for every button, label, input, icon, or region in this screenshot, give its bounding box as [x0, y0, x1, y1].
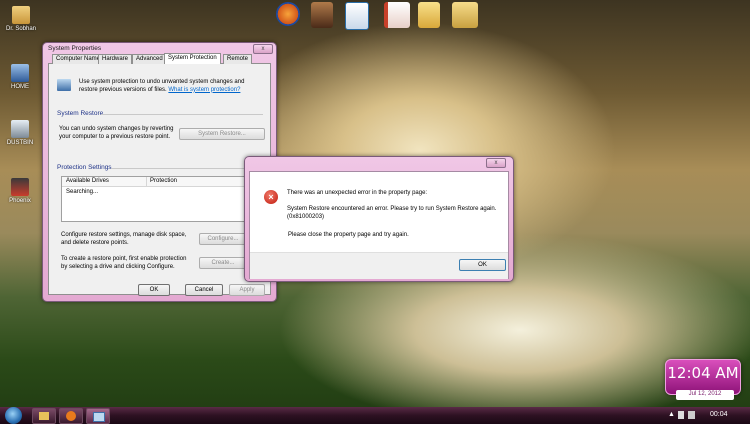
column-separator	[146, 177, 147, 186]
system-restore-button[interactable]: System Restore...	[179, 128, 265, 140]
error-icon: ×	[264, 190, 278, 204]
firefox-icon	[66, 411, 76, 421]
start-button[interactable]	[5, 407, 22, 424]
close-button[interactable]: x	[253, 44, 273, 54]
system-properties-window[interactable]: System Properties x Computer Name Hardwa…	[42, 42, 277, 302]
tab-remote[interactable]: Remote	[223, 54, 253, 64]
tab-panel: Computer Name Hardware Advanced System P…	[48, 53, 271, 295]
folder-icon[interactable]	[418, 2, 440, 28]
clock-date: Jul 12, 2012	[688, 391, 722, 397]
system-restore-group: System Restore	[57, 110, 104, 117]
computer-icon	[11, 64, 29, 82]
create-button[interactable]: Create...	[199, 257, 247, 269]
taskbar: ▲ 00:04	[0, 407, 750, 424]
taskbar-firefox-button[interactable]	[59, 408, 83, 424]
volume-icon[interactable]	[678, 411, 684, 419]
ok-button[interactable]: OK	[138, 284, 170, 296]
tab-system-protection[interactable]: System Protection	[164, 53, 221, 64]
intro-link[interactable]: What is system protection?	[168, 87, 240, 93]
tab-computer-name[interactable]: Computer Name	[52, 54, 105, 64]
dialog-body: × There was an unexpected error in the p…	[249, 171, 509, 279]
taskbar-clock[interactable]: 00:04	[710, 411, 728, 418]
clock-time: 12:04 AM	[667, 364, 739, 382]
recycle-bin-icon	[11, 120, 29, 138]
tray-arrow-icon[interactable]: ▲	[668, 411, 675, 418]
window-title: System Properties	[48, 45, 102, 52]
error-dialog[interactable]: x × There was an unexpected error in the…	[244, 156, 514, 282]
apply-button[interactable]: Apply	[229, 284, 265, 296]
folder-icon	[39, 412, 49, 420]
cancel-button[interactable]: Cancel	[185, 284, 223, 296]
error-note: Please close the property page and try a…	[288, 232, 409, 238]
clock-date-plate: Jul 12, 2012	[676, 390, 734, 400]
divider	[101, 114, 263, 115]
phoenix-icon	[11, 178, 29, 196]
column-protection[interactable]: Protection	[150, 178, 177, 186]
desktop-icon-home[interactable]: HOME	[0, 64, 40, 90]
restore-text: You can undo system changes by reverting…	[59, 126, 174, 140]
desktop-icon-dustbin[interactable]: DUSTBIN	[0, 120, 40, 146]
taskbar-system-properties-button[interactable]	[86, 408, 110, 424]
system-protection-icon	[57, 79, 71, 91]
ok-button[interactable]: OK	[459, 259, 506, 271]
network-icon[interactable]	[688, 411, 695, 419]
column-available-drives[interactable]: Available Drives	[66, 178, 109, 186]
configure-button[interactable]: Configure...	[199, 233, 247, 245]
list-status: Searching...	[66, 189, 99, 195]
close-button[interactable]: x	[486, 158, 506, 168]
error-message: System Restore encountered an error. Ple…	[287, 206, 497, 220]
system-icon	[93, 412, 105, 422]
video-icon[interactable]	[311, 2, 333, 28]
desktop-icon-phoenix[interactable]: Phoenix	[0, 178, 40, 204]
document-icon[interactable]	[384, 2, 410, 28]
divider	[111, 168, 263, 169]
drive-list[interactable]: Available Drives Protection Searching...	[61, 176, 261, 222]
tab-hardware[interactable]: Hardware	[98, 54, 133, 64]
desktop-icon-label: DUSTBIN	[6, 140, 34, 146]
folder-pictures-icon[interactable]	[452, 2, 478, 28]
desktop-icon-user[interactable]: Dr. Sobhan	[1, 6, 41, 32]
app-icon[interactable]	[345, 2, 369, 30]
desktop-icon-label: Phoenix	[9, 198, 31, 204]
desktop-icon-label: Dr. Sobhan	[5, 26, 37, 32]
taskbar-explorer-button[interactable]	[32, 408, 56, 424]
firefox-icon[interactable]	[276, 2, 300, 26]
user-folder-icon	[12, 6, 30, 24]
configure-text: Configure restore settings, manage disk …	[61, 232, 187, 246]
desktop-icon-label: HOME	[11, 84, 29, 90]
protection-settings-group: Protection Settings	[57, 164, 112, 171]
tab-advanced[interactable]: Advanced	[132, 54, 167, 64]
intro-text: Use system protection to undo unwanted s…	[79, 79, 245, 93]
error-heading: There was an unexpected error in the pro…	[287, 190, 428, 196]
create-text: To create a restore point, first enable …	[61, 256, 187, 270]
